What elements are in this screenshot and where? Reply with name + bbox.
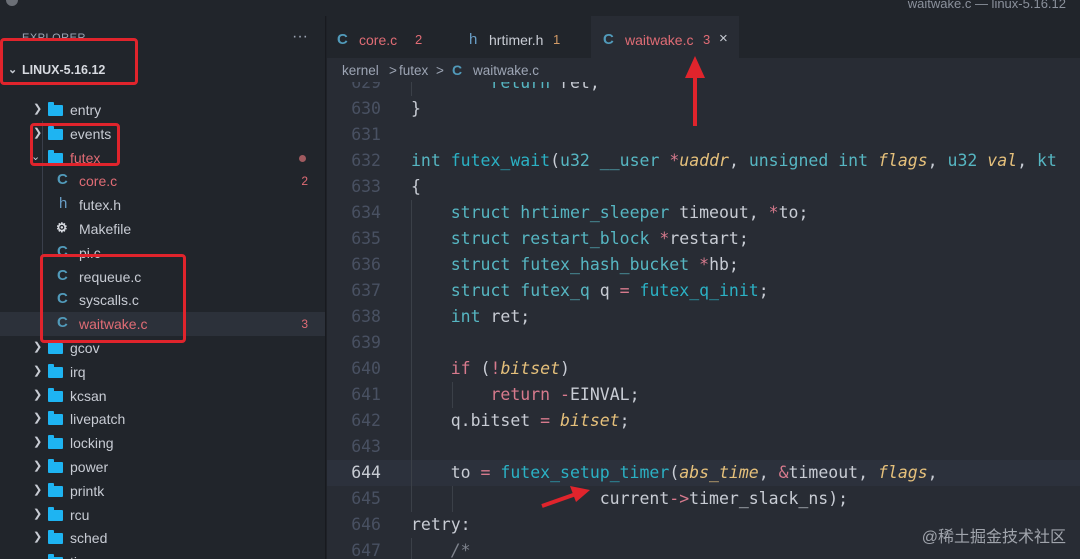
arrow-up-icon: [685, 56, 705, 126]
arrow-diagonal-icon: [541, 486, 590, 508]
annotation-arrows: [541, 56, 705, 508]
watermark-text: @稀土掘金技术社区: [921, 529, 1066, 546]
